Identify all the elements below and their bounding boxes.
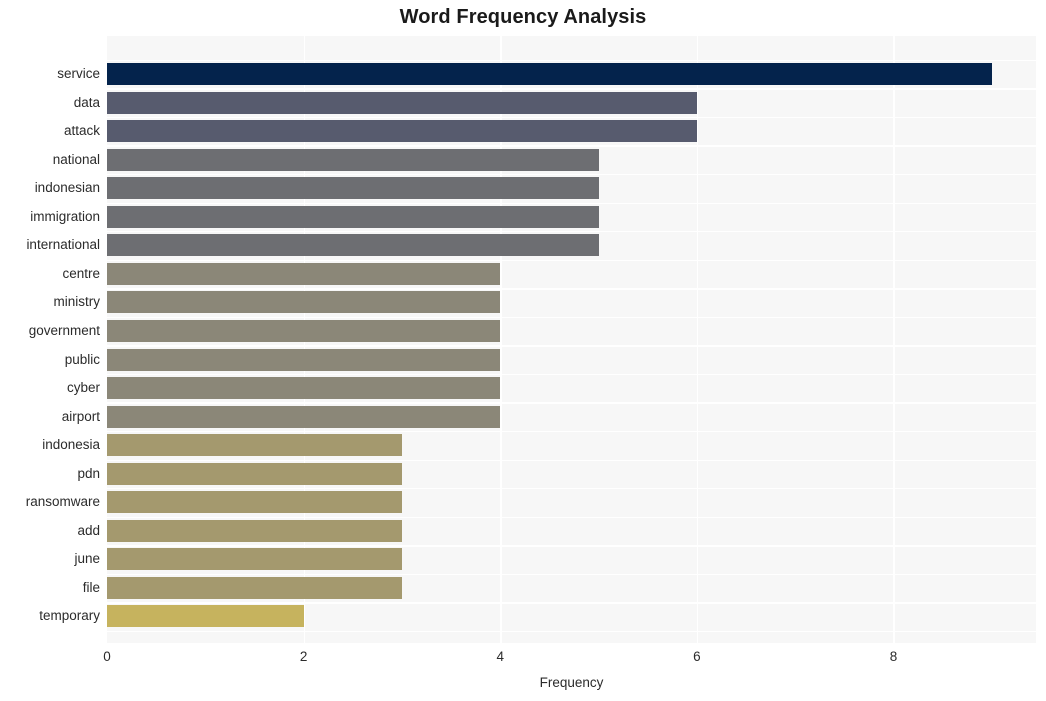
x-axis-tick-label: 6 [693, 649, 701, 664]
x-axis-title: Frequency [539, 675, 604, 690]
x-axis-tick-label: 0 [103, 649, 111, 664]
x-axis-tick-labels: 0 2 4 6 8 [0, 0, 1046, 701]
chart-figure: Word Frequency Analysis service data attac… [0, 0, 1046, 701]
x-axis-tick-label: 2 [299, 649, 308, 664]
x-axis-tick-label: 8 [889, 649, 898, 664]
x-axis-tick-label: 4 [496, 649, 504, 664]
